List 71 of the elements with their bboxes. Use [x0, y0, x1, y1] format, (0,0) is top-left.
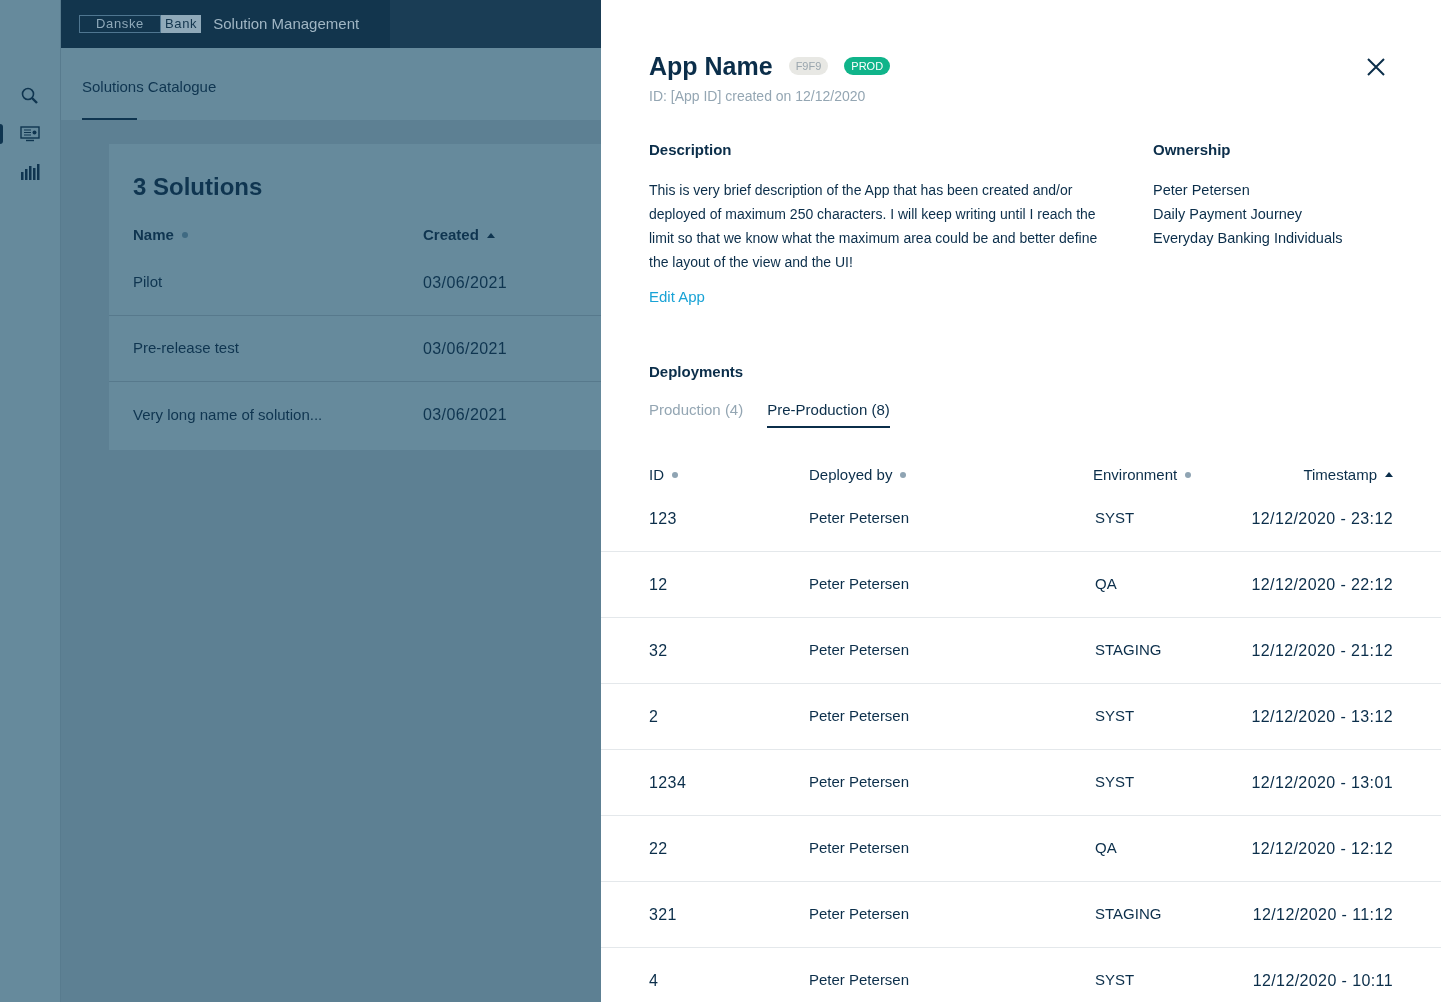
sort-dot-icon[interactable]: [672, 471, 678, 478]
column-header[interactable]: Timestamp: [1303, 463, 1377, 486]
environment: STAGING: [1094, 904, 1163, 925]
environment-badge: PROD: [844, 57, 891, 75]
column-header[interactable]: Deployed by: [809, 463, 893, 486]
created-date: 03/06/2021: [423, 405, 509, 425]
section-heading: Description: [649, 140, 733, 160]
timestamp: 12/12/2020 - 11:12: [1251, 904, 1393, 925]
deployment-id: 2: [649, 706, 660, 727]
deployment-tab[interactable]: Pre-Production (8): [767, 399, 890, 428]
timestamp: 12/12/2020 - 13:01: [1250, 772, 1393, 793]
deployed-by: Peter Petersen: [809, 640, 911, 661]
environment: STAGING: [1094, 640, 1163, 661]
close-icon: [1367, 58, 1385, 76]
deployment-id: 12: [649, 574, 669, 595]
ownership-line: Peter Petersen: [1153, 180, 1251, 200]
deployment-id: 22: [649, 838, 669, 859]
bar-chart-icon[interactable]: [20, 164, 40, 180]
environment: SYST: [1094, 772, 1136, 793]
timestamp: 12/12/2020 - 13:12: [1250, 706, 1393, 727]
ownership-line: Everyday Banking Individuals: [1153, 228, 1343, 248]
timestamp: 12/12/2020 - 12:12: [1250, 838, 1393, 859]
sort-ascending-icon[interactable]: [1385, 472, 1393, 478]
deployed-by: Peter Petersen: [809, 508, 911, 529]
deployment-id: 1234: [649, 772, 688, 793]
created-date: 03/06/2021: [423, 272, 509, 293]
created-date: 03/06/2021: [423, 338, 509, 359]
column-header[interactable]: Environment: [1093, 463, 1178, 486]
environment: SYST: [1094, 970, 1136, 991]
app-subtitle: ID: [App ID] created on 12/12/2020: [649, 87, 867, 106]
card-title: 3 Solutions: [133, 172, 264, 202]
solution-name[interactable]: Very long name of solution...: [133, 403, 423, 427]
deployment-id: 32: [649, 640, 669, 661]
solution-name[interactable]: Pilot: [133, 271, 423, 294]
deployment-tab[interactable]: Production (4): [649, 399, 744, 428]
ownership-line: Daily Payment Journey: [1153, 204, 1304, 224]
sort-dot-icon[interactable]: [1185, 471, 1192, 478]
deployed-by: Peter Petersen: [809, 838, 911, 859]
section-heading: Ownership: [1153, 140, 1232, 160]
app-name: App Name: [649, 51, 773, 82]
solution-name[interactable]: Pre-release test: [133, 337, 423, 360]
environment: SYST: [1094, 706, 1136, 727]
deployed-by: Peter Petersen: [809, 706, 911, 727]
environment: SYST: [1094, 508, 1136, 529]
deployed-by: Peter Petersen: [809, 970, 911, 991]
section-heading: Deployments: [649, 361, 745, 382]
column-header[interactable]: ID: [649, 463, 664, 486]
monitor-icon[interactable]: [20, 126, 40, 142]
subnav-tab[interactable]: Solutions Catalogue: [82, 48, 217, 120]
code-badge: F9F9: [788, 57, 829, 75]
search-icon[interactable]: [21, 87, 39, 105]
timestamp: 12/12/2020 - 21:12: [1250, 640, 1393, 661]
app-title: Solution Management: [213, 13, 360, 34]
deployed-by: Peter Petersen: [809, 574, 911, 595]
sort-dot-icon[interactable]: [900, 471, 907, 478]
edit-app-link[interactable]: Edit App: [649, 285, 705, 308]
environment: QA: [1094, 838, 1118, 859]
timestamp: 12/12/2020 - 10:11: [1251, 970, 1393, 991]
column-header[interactable]: Created: [423, 223, 479, 247]
timestamp: 12/12/2020 - 23:12: [1250, 508, 1393, 529]
deployment-id: 4: [649, 970, 660, 991]
deployed-by: Peter Petersen: [809, 904, 911, 925]
column-header[interactable]: Name: [133, 223, 174, 247]
deployed-by: Peter Petersen: [809, 772, 911, 793]
timestamp: 12/12/2020 - 22:12: [1250, 574, 1393, 595]
environment: QA: [1094, 574, 1118, 595]
deployment-id: 321: [649, 904, 678, 925]
sort-dot-icon[interactable]: [181, 232, 188, 238]
description-text: This is very brief description of the App that has been created and/or deployed of maximum 250 characters. I will keep writing until I reach the limit so that we know what the maximum area could be and better define the layout of the view and the UI!: [649, 180, 1099, 272]
close-button[interactable]: [1367, 58, 1385, 76]
deployment-id: 123: [649, 508, 678, 529]
